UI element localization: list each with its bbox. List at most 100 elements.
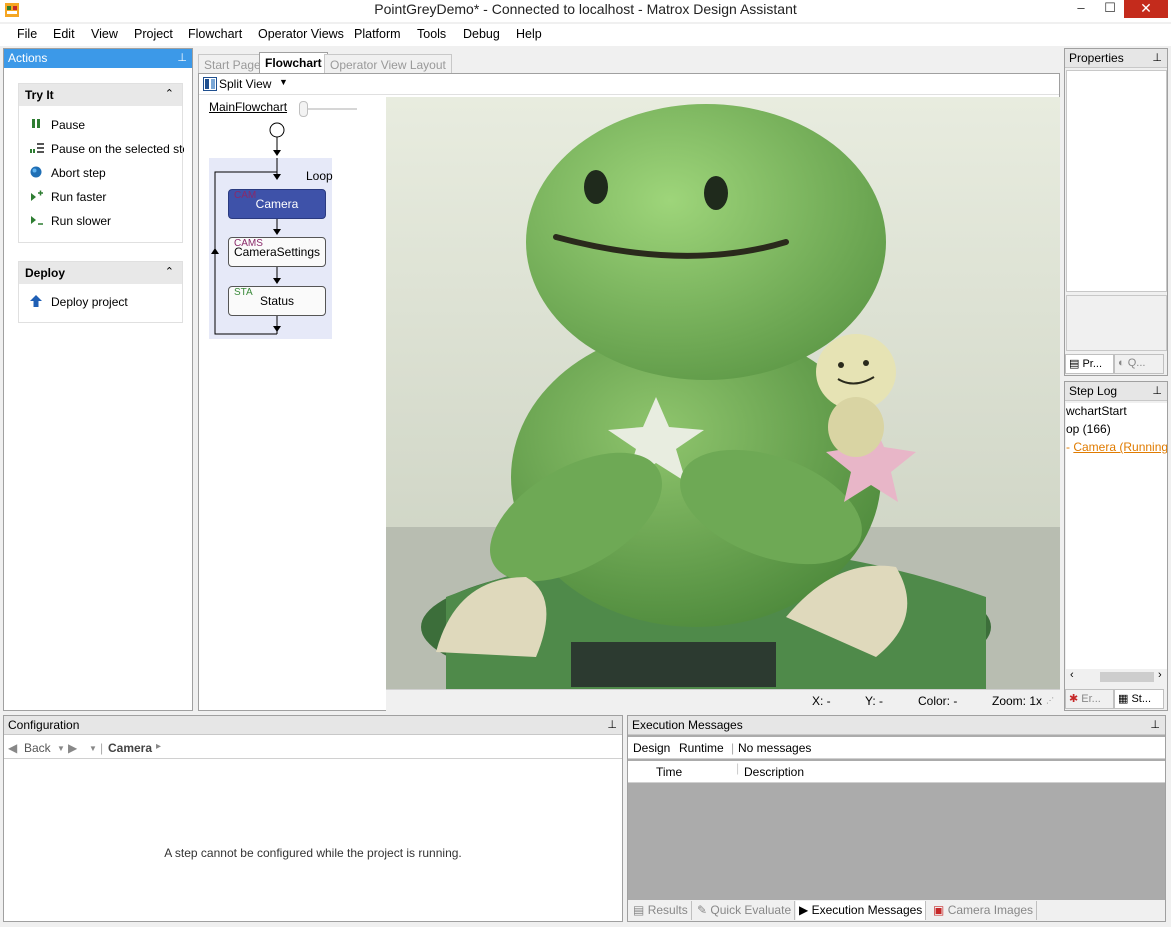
abort-globe-icon <box>30 166 42 178</box>
deploy-project-action[interactable]: Deploy project <box>29 295 184 309</box>
split-view-icon <box>203 77 217 91</box>
quick-evaluate-tab-icon: ✎ <box>697 903 708 917</box>
errors-tab-icon: ✱ <box>1069 693 1079 705</box>
pause-action[interactable]: Pause <box>29 118 184 132</box>
flowchart-zoom-slider[interactable] <box>299 101 308 117</box>
tab-quick[interactable]: ◐ Q... <box>1114 354 1164 374</box>
upload-arrow-icon <box>30 295 42 307</box>
menu-operator-views[interactable]: Operator Views <box>258 27 344 41</box>
deploy-header[interactable]: Deploy ⌃ <box>19 262 182 284</box>
log-entry-flowchart-start: wchartStart <box>1066 404 1127 418</box>
pin-icon[interactable]: ⊥ <box>607 718 617 731</box>
tab-start-page[interactable]: Start Page <box>198 54 267 73</box>
tab-step-log[interactable]: ▦ St... <box>1114 689 1164 709</box>
tab-quick-evaluate[interactable]: ✎ Quick Evaluate <box>694 901 796 920</box>
camera-image <box>386 97 1060 689</box>
pin-icon[interactable]: ⊥ <box>1152 384 1162 397</box>
main-flowchart-link[interactable]: MainFlowchart <box>209 100 287 114</box>
step-log-title: Step Log <box>1069 384 1118 398</box>
breadcrumb-chevron-icon[interactable]: ▸ <box>156 741 161 752</box>
step-log-horizontal-scrollbar[interactable]: ‹ › <box>1066 669 1167 685</box>
tab-operator-view-layout[interactable]: Operator View Layout <box>324 54 452 73</box>
step-log-tab-strip: ✱ Er... ▦ St... <box>1065 689 1167 709</box>
camera-settings-step-tag: CAMS <box>234 238 263 249</box>
column-time[interactable]: Time <box>656 765 682 779</box>
abort-step-action[interactable]: Abort step <box>29 166 184 180</box>
menu-platform[interactable]: Platform <box>354 27 401 41</box>
properties-tab-label: Pr... <box>1082 358 1103 370</box>
menu-file[interactable]: File <box>17 27 37 41</box>
scroll-left-icon[interactable]: ‹ <box>1070 669 1074 681</box>
pin-icon[interactable]: ⊥ <box>1152 51 1162 64</box>
forward-dropdown-icon[interactable]: ▼ <box>89 744 97 753</box>
collapse-chevron-icon[interactable]: ⌃ <box>165 87 174 100</box>
tab-camera-images[interactable]: ▣ Camera Images <box>930 901 1038 920</box>
status-step-label: Status <box>259 294 295 308</box>
split-view-button[interactable]: Split View <box>219 77 271 91</box>
pin-icon[interactable]: ⊥ <box>1150 718 1160 731</box>
maximize-button[interactable]: ☐ <box>1096 0 1124 18</box>
menu-tools[interactable]: Tools <box>417 27 446 41</box>
menu-project[interactable]: Project <box>134 27 173 41</box>
menu-flowchart[interactable]: Flowchart <box>188 27 242 41</box>
camera-step[interactable]: CAM Camera <box>228 189 326 219</box>
tab-properties[interactable]: ▤ Pr... <box>1065 354 1114 374</box>
deploy-group: Deploy ⌃ Deploy project <box>18 261 183 323</box>
tab-design[interactable]: Design <box>633 741 670 755</box>
tab-execution-messages[interactable]: ▶ Execution Messages <box>796 901 927 920</box>
run-slower-action[interactable]: Run slower <box>29 214 184 228</box>
camera-image-view[interactable] <box>386 97 1060 689</box>
menu-view[interactable]: View <box>91 27 118 41</box>
errors-tab-label: Er... <box>1081 693 1101 705</box>
back-dropdown-icon[interactable]: ▼ <box>57 744 65 753</box>
actions-panel-header: Actions ⊥ <box>4 49 192 68</box>
execution-messages-title: Execution Messages <box>632 718 743 732</box>
log-entry-camera[interactable]: - Camera (Running) <box>1066 440 1167 454</box>
dropdown-arrow-icon[interactable]: ▼ <box>279 77 288 87</box>
menu-debug[interactable]: Debug <box>463 27 500 41</box>
execution-messages-header: Execution Messages ⊥ <box>628 716 1165 735</box>
message-count-status: No messages <box>738 741 812 755</box>
scrollbar-thumb[interactable] <box>1100 672 1154 682</box>
resize-grip-icon[interactable]: ⋰ <box>1046 696 1054 705</box>
properties-grid[interactable] <box>1066 70 1167 292</box>
status-step[interactable]: STA Status <box>228 286 326 316</box>
tab-flowchart[interactable]: Flowchart <box>259 52 328 73</box>
run-faster-action[interactable]: Run faster <box>29 190 184 204</box>
collapse-chevron-icon[interactable]: ⌃ <box>165 265 174 278</box>
minimize-button[interactable]: – <box>1066 0 1096 18</box>
pin-icon[interactable]: ⊥ <box>177 51 187 64</box>
column-description[interactable]: Description <box>744 765 804 779</box>
try-it-header[interactable]: Try It ⌃ <box>19 84 182 106</box>
menu-bar: File Edit View Project Flowchart Operato… <box>0 24 1171 46</box>
split-view-toolbar: Split View ▼ <box>199 74 1059 95</box>
properties-tab-icon: ▤ <box>1069 358 1080 370</box>
breadcrumb-separator: | <box>100 741 104 755</box>
forward-arrow-icon[interactable]: ▶ <box>68 741 77 755</box>
tab-runtime[interactable]: Runtime <box>679 741 724 755</box>
back-arrow-icon[interactable]: ◀ <box>8 741 17 755</box>
pause-on-selected-step-action[interactable]: Pause on the selected step <box>29 142 184 156</box>
camera-settings-step[interactable]: CAMS CameraSettings <box>228 237 326 267</box>
camera-step-tag: CAM <box>234 190 257 201</box>
tab-errors[interactable]: ✱ Er... <box>1065 689 1114 709</box>
pause-step-icon <box>30 143 44 153</box>
tab-results[interactable]: ▤ Results <box>630 901 692 920</box>
run-slower-icon <box>31 216 43 225</box>
log-entry-camera-link[interactable]: Camera (Running) <box>1073 440 1167 454</box>
scroll-right-icon[interactable]: › <box>1158 669 1162 681</box>
flowchart-start-node[interactable] <box>259 120 299 160</box>
results-tab-icon: ▤ <box>633 903 645 917</box>
breadcrumb-camera[interactable]: Camera <box>108 741 152 755</box>
color-readout: Color: - <box>918 694 958 708</box>
camera-step-label: Camera <box>255 197 299 211</box>
bottom-tab-strip: ▤ Results ✎ Quick Evaluate ▶ Execution M… <box>628 900 1165 921</box>
execution-messages-tab-icon: ▶ <box>799 903 809 917</box>
filter-separator: | <box>731 741 735 755</box>
back-button[interactable]: Back <box>24 741 51 755</box>
menu-help[interactable]: Help <box>516 27 542 41</box>
close-button[interactable]: ✕ <box>1124 0 1168 18</box>
menu-edit[interactable]: Edit <box>53 27 75 41</box>
step-log-list[interactable]: wchartStart op (166) - Camera (Running) <box>1066 403 1167 673</box>
loop-container[interactable]: Loop CAM Camera CAMS CameraSettings STA … <box>209 158 333 339</box>
